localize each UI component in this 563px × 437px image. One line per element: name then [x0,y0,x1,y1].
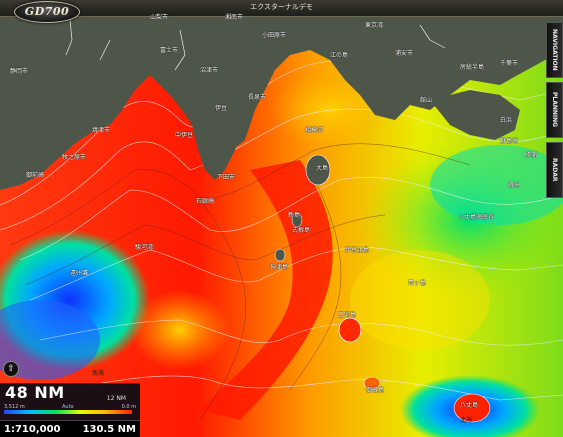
place-label: 石廊崎 [196,198,215,205]
yellow-shelf-3 [350,250,490,350]
place-label: 沼津市 [200,67,219,74]
place-label: 江の島 [330,52,349,59]
place-label: 小田原市 [262,32,287,39]
place-label: 千葉市 [500,60,519,67]
place-label: 野島崎 [500,138,519,145]
side-tabs: NAVIGATION PLANNING RADAR [546,22,563,202]
place-label: 遠州灘 [70,270,89,277]
range-secondary: 12 NM [106,395,126,402]
gd700-logo[interactable]: GD700 [14,1,80,23]
app-title: エクスターナルデモ [250,3,313,11]
place-label: 房総半島 [460,64,485,71]
depth-color-bar [4,410,132,414]
island-kozushima [274,248,286,262]
place-label: 湘南市 [225,14,244,21]
place-label: 東京湾 [365,22,384,29]
place-label: 白浜 [500,117,513,124]
depth-min-label: 3,512 m [4,404,25,410]
sea-label: 南海 [92,370,105,377]
place-label: 館山 [420,97,433,104]
place-label: 焼津市 [92,127,111,134]
place-label: 三宅島 [338,312,357,319]
place-label: 伊豆 [215,105,228,112]
title-bar: エクスターナルデモ [0,0,563,17]
place-label: 山梨市 [150,14,169,21]
place-label: 駿河湾 [135,244,154,251]
place-label: 新島 [288,212,301,219]
tab-navigation[interactable]: NAVIGATION [546,22,563,78]
north-arrow-icon[interactable]: ⇧ [3,361,19,377]
place-label: 相模湾 [305,127,324,134]
place-label: 中伊豆 [175,132,194,139]
place-label: 大島 [316,165,329,172]
place-label: 青ヶ島 [408,280,427,287]
yellow-shelf-2 [130,290,230,370]
place-label: 八丈島 [460,402,479,409]
place-label: 式根島 [292,227,311,234]
depth-max-label: 0.0 m [121,404,136,410]
place-label: 下田市 [217,174,236,181]
place-label: 静岡市 [10,68,29,75]
scale-bar: 1:710,000 130.5 NM [0,420,140,437]
range-value[interactable]: 48 NM [5,383,65,402]
place-label: 御前崎 [26,172,45,179]
place-label: 長泉市 [248,94,267,101]
scale-distance: 130.5 NM [82,424,136,435]
place-label: 勝浦 [525,152,538,159]
island-miyake [338,317,362,343]
scale-ratio: 1:710,000 [4,424,61,435]
place-label: 伊豆諸島 [345,247,370,254]
place-label: 銭洲 [508,182,521,189]
place-label: 八丈島海底谷 [458,214,495,221]
place-label: 神津島 [270,264,289,271]
place-label: 浦安市 [395,50,414,57]
sea-label: 北海 [460,417,473,424]
place-label: 御蔵島 [366,387,385,394]
place-label: 富士市 [160,47,179,54]
tab-radar[interactable]: RADAR [546,142,563,198]
tab-planning[interactable]: PLANNING [546,82,563,138]
chart-screen: エクスターナルデモ GD700 NAVIGATION PLANNING RADA… [0,0,563,437]
place-label: 牧之原市 [62,154,87,161]
